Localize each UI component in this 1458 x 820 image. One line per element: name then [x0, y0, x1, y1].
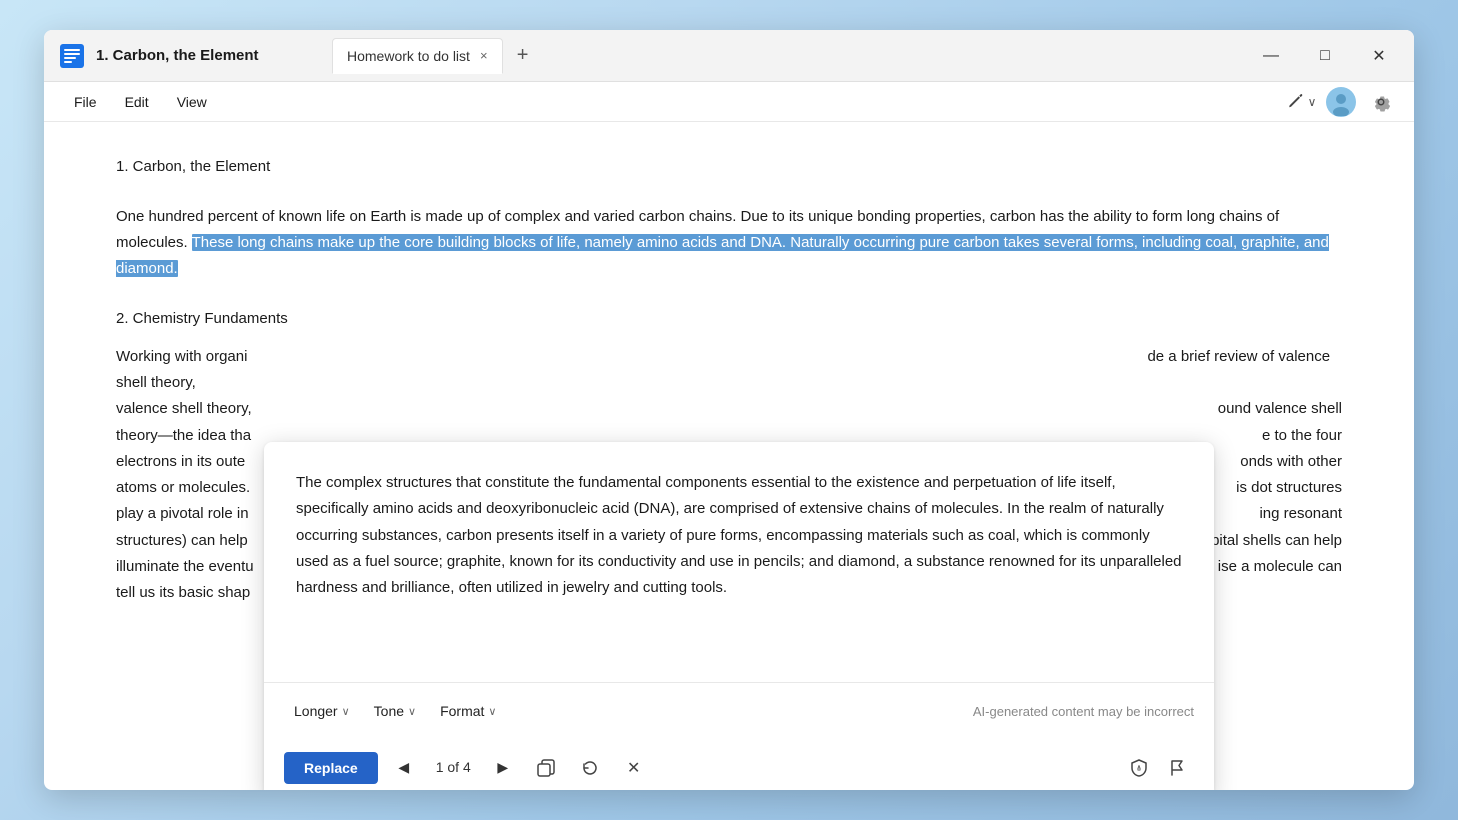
file-menu[interactable]: File	[60, 88, 111, 116]
refresh-button[interactable]	[573, 751, 607, 785]
main-window: 1. Carbon, the Element Homework to do li…	[44, 30, 1414, 790]
edit-dropdown-arrow: ∨	[1308, 95, 1317, 109]
app-icon	[56, 40, 88, 72]
tab-label: Homework to do list	[347, 48, 470, 64]
format-chevron: ∨	[488, 703, 496, 722]
doc-paragraph-1: One hundred percent of known life on Ear…	[116, 204, 1342, 283]
document-content: 1. Carbon, the Element One hundred perce…	[44, 122, 1414, 790]
popup-toolbar: Longer ∨ Tone ∨ Format ∨ AI-generated co…	[264, 682, 1214, 741]
tone-label: Tone	[374, 700, 404, 724]
next-suggestion-button[interactable]: ▶	[487, 752, 519, 784]
popup-text: The complex structures that constitute t…	[296, 470, 1182, 601]
edit-icon-button[interactable]: ∨	[1284, 85, 1318, 119]
longer-chevron: ∨	[342, 703, 350, 722]
user-avatar[interactable]	[1326, 87, 1356, 117]
menu-bar-right: ∨	[1284, 85, 1398, 119]
doc-heading-1: 1. Carbon, the Element	[116, 154, 1342, 180]
window-controls: — □ ✕	[1248, 40, 1402, 72]
close-popup-button[interactable]: ✕	[617, 751, 651, 785]
doc-heading-2: 2. Chemistry Fundaments	[116, 306, 1342, 332]
longer-label: Longer	[294, 700, 338, 724]
format-dropdown[interactable]: Format ∨	[430, 695, 506, 729]
homework-tab[interactable]: Homework to do list ×	[332, 38, 503, 74]
view-menu[interactable]: View	[163, 88, 221, 116]
title-bar: 1. Carbon, the Element Homework to do li…	[44, 30, 1414, 82]
suggestion-counter: 1 of 4	[430, 756, 477, 780]
maximize-button[interactable]: □	[1302, 40, 1348, 72]
popup-actions: Replace ◀ 1 of 4 ▶ ✕	[264, 741, 1214, 790]
window-title: 1. Carbon, the Element	[96, 47, 316, 64]
prev-suggestion-button[interactable]: ◀	[388, 752, 420, 784]
shield-button[interactable]	[1122, 751, 1156, 785]
copy-button[interactable]	[529, 751, 563, 785]
longer-dropdown[interactable]: Longer ∨	[284, 695, 360, 729]
para2-line2: valence shell theory,ound valence shell	[116, 396, 1342, 422]
para2-content: Working with organide a brief review of …	[116, 344, 1342, 397]
close-button[interactable]: ✕	[1356, 40, 1402, 72]
format-label: Format	[440, 700, 484, 724]
tone-dropdown[interactable]: Tone ∨	[364, 695, 426, 729]
minimize-button[interactable]: —	[1248, 40, 1294, 72]
new-tab-button[interactable]: +	[507, 40, 539, 72]
popup-right-actions	[1122, 751, 1194, 785]
replace-button[interactable]: Replace	[284, 752, 378, 784]
tab-area: Homework to do list × +	[332, 38, 1248, 74]
edit-menu[interactable]: Edit	[111, 88, 163, 116]
tab-close-icon[interactable]: ×	[480, 49, 488, 62]
popup-text-content: The complex structures that constitute t…	[264, 442, 1214, 682]
para1-highlighted: These long chains make up the core build…	[116, 234, 1329, 277]
menu-bar: File Edit View ∨	[44, 82, 1414, 122]
flag-button[interactable]	[1160, 751, 1194, 785]
ai-disclaimer: AI-generated content may be incorrect	[973, 701, 1194, 723]
tone-chevron: ∨	[408, 703, 416, 722]
ai-rewrite-popup: The complex structures that constitute t…	[264, 442, 1214, 790]
settings-button[interactable]	[1364, 85, 1398, 119]
